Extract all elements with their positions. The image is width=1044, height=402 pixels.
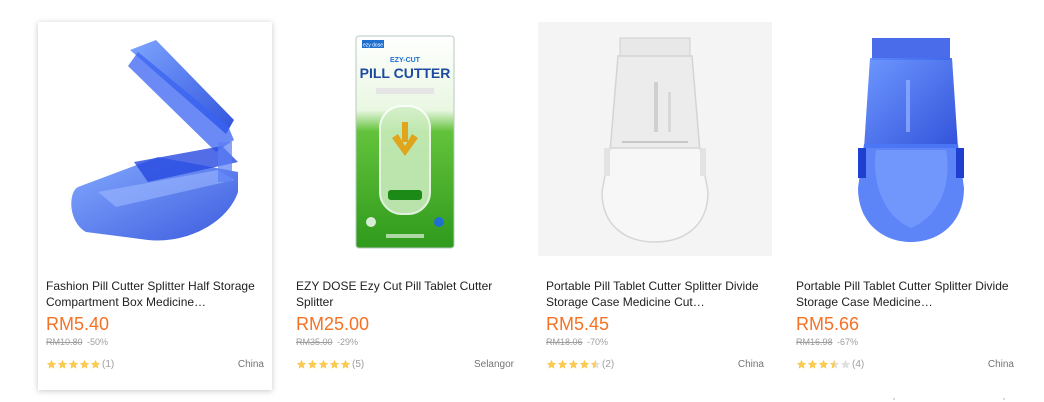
product-title[interactable]: Portable Pill Tablet Cutter Splitter Div… [796, 278, 1014, 310]
star-filled-icon [79, 359, 90, 369]
star-filled-icon [818, 359, 829, 369]
product-card[interactable]: ezy dose EZY-CUT PILL CUTTER EZY DOSE Ez… [288, 22, 522, 390]
review-count: (2) [602, 359, 615, 370]
star-filled-icon [296, 359, 307, 369]
star-filled-icon [46, 359, 57, 369]
seller-location: Selangor [473, 359, 514, 370]
original-price: RM16.98 [796, 337, 833, 347]
discount-badge: -67% [837, 337, 859, 347]
seller-location: China [237, 359, 264, 370]
divider-dot [1003, 398, 1005, 400]
svg-text:ezy dose: ezy dose [363, 43, 383, 49]
star-filled-icon [307, 359, 318, 369]
product-card[interactable]: Portable Pill Tablet Cutter Splitter Div… [538, 22, 772, 390]
star-filled-icon [329, 359, 340, 369]
blue-pill-cutter-open-image [71, 40, 238, 241]
review-count: (4) [852, 359, 865, 370]
blue-pill-cutter-closed-image [858, 38, 964, 242]
star-filled-icon [546, 359, 557, 369]
rating-stars [296, 359, 351, 370]
star-half-icon [829, 359, 840, 369]
original-price: RM10.80 [46, 337, 83, 347]
review-count: (1) [102, 359, 115, 370]
product-image[interactable] [788, 22, 1022, 256]
star-half-icon [590, 359, 601, 369]
review-count: (5) [352, 359, 365, 370]
product-image[interactable] [538, 22, 772, 256]
product-image[interactable] [38, 22, 272, 256]
rating-stars [546, 359, 601, 370]
product-title[interactable]: Portable Pill Tablet Cutter Splitter Div… [546, 278, 764, 310]
product-card[interactable]: Fashion Pill Cutter Splitter Half Storag… [38, 22, 272, 390]
divider-dot [893, 398, 895, 400]
product-title[interactable]: Fashion Pill Cutter Splitter Half Storag… [46, 278, 264, 310]
product-image[interactable]: ezy dose EZY-CUT PILL CUTTER [288, 22, 522, 256]
discount-badge: -50% [87, 337, 109, 347]
star-filled-icon [568, 359, 579, 369]
star-filled-icon [557, 359, 568, 369]
product-card[interactable]: Portable Pill Tablet Cutter Splitter Div… [788, 22, 1022, 390]
svg-text:EZY-CUT: EZY-CUT [390, 57, 421, 64]
svg-text:PILL CUTTER: PILL CUTTER [360, 65, 451, 81]
star-filled-icon [57, 359, 68, 369]
star-empty-icon [840, 359, 851, 369]
star-filled-icon [340, 359, 351, 369]
star-filled-icon [68, 359, 79, 369]
product-price: RM5.66 [796, 314, 860, 334]
discount-badge: -70% [587, 337, 609, 347]
rating-stars [46, 359, 101, 370]
rating-stars [796, 359, 851, 370]
star-filled-icon [796, 359, 807, 369]
star-filled-icon [318, 359, 329, 369]
star-filled-icon [90, 359, 101, 369]
product-title[interactable]: EZY DOSE Ezy Cut Pill Tablet Cutter Spli… [296, 278, 514, 310]
product-price: RM25.00 [296, 314, 370, 334]
seller-location: China [987, 359, 1014, 370]
seller-location: China [737, 359, 764, 370]
discount-badge: -29% [337, 337, 359, 347]
original-price: RM18.06 [546, 337, 583, 347]
product-grid: Fashion Pill Cutter Splitter Half Storag… [38, 22, 1038, 390]
clear-pill-cutter-image [601, 37, 709, 243]
star-filled-icon [579, 359, 590, 369]
product-price: RM5.40 [46, 314, 110, 334]
star-filled-icon [807, 359, 818, 369]
original-price: RM35.00 [296, 337, 333, 347]
ezy-cut-pill-cutter-package-image: ezy dose EZY-CUT PILL CUTTER [355, 35, 455, 249]
product-price: RM5.45 [546, 314, 610, 334]
